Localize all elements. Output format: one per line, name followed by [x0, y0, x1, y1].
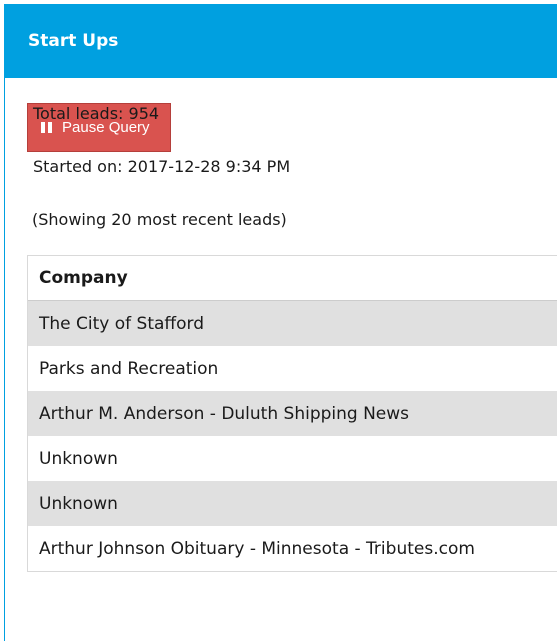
table-row: The City of Stafford — [28, 301, 557, 346]
started-on-text: Started on: 2017-12-28 9:34 PM — [33, 157, 291, 176]
start-ups-panel: Start Ups Pause Query Total leads: 954 S… — [4, 4, 557, 641]
total-leads-text: Total leads: 954 — [33, 104, 160, 123]
column-header-company: Company — [28, 256, 557, 301]
table-row: Unknown — [28, 481, 557, 526]
showing-text: (Showing 20 most recent leads) — [32, 210, 287, 229]
panel-title: Start Ups — [28, 31, 119, 51]
table-row: Unknown — [28, 436, 557, 481]
table-row: Arthur Johnson Obituary - Minnesota - Tr… — [28, 526, 557, 571]
pause-icon — [41, 122, 52, 133]
table-row: Arthur M. Anderson - Duluth Shipping New… — [28, 391, 557, 436]
panel-header: Start Ups — [5, 4, 557, 78]
leads-table: Company The City of Stafford Parks and R… — [27, 255, 557, 572]
table-row: Parks and Recreation — [28, 346, 557, 391]
